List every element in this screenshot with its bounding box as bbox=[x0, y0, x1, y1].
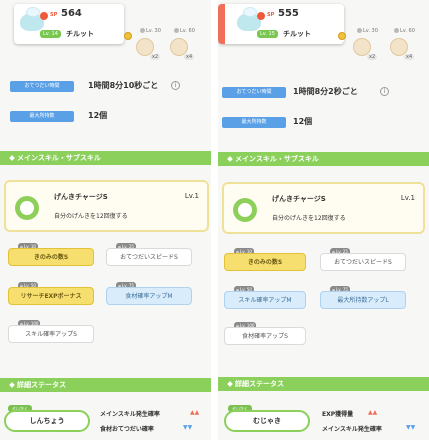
ingredient-count: x2 bbox=[367, 54, 378, 60]
sp-value: 564 bbox=[61, 8, 82, 19]
up-arrows-icon: ▲▲ bbox=[368, 409, 378, 416]
sp-label: SP bbox=[267, 12, 275, 18]
main-skill-level: Lv.1 bbox=[400, 194, 415, 202]
info-icon[interactable]: i bbox=[171, 81, 180, 90]
main-skill-level: Lv.1 bbox=[184, 192, 199, 200]
subskill-button[interactable]: おてつだいスピードS bbox=[320, 253, 406, 271]
up-arrows-icon: ▲▲ bbox=[190, 409, 200, 416]
level-badge: Lv. 14 bbox=[40, 30, 61, 38]
main-skill-card[interactable]: げんきチャージS Lv.1 自分のげんきを12回復する bbox=[222, 182, 425, 234]
pokemon-header-card[interactable]: SP 555 Lv. 15 チルット bbox=[218, 4, 344, 44]
down-arrows-icon: ▼▼ bbox=[183, 424, 193, 431]
effect-down: 食材おてつだい確率 bbox=[100, 426, 154, 433]
section-header-detail: 詳細ステータス bbox=[0, 378, 211, 392]
subskill-button[interactable]: リサーチEXPボーナス bbox=[8, 287, 94, 305]
subskill-button[interactable]: 最大所持数アップL bbox=[320, 291, 406, 309]
stat-label-max-carry: 最大所持数 bbox=[222, 117, 286, 128]
ingredient-level: Lv. 60 bbox=[174, 28, 195, 34]
info-icon[interactable]: i bbox=[380, 87, 389, 96]
ingredient-level: Lv. 30 bbox=[357, 28, 378, 34]
ingredient-level: Lv. 30 bbox=[140, 28, 161, 34]
ingredient-count: x4 bbox=[404, 54, 415, 60]
stat-value-help-time: 1時間8分10秒ごと bbox=[88, 81, 159, 90]
level-badge: Lv. 15 bbox=[257, 30, 278, 38]
main-skill-description: 自分のげんきを12回復する bbox=[272, 215, 346, 222]
effect-down: メインスキル発生確率 bbox=[322, 426, 382, 433]
sp-icon bbox=[40, 12, 48, 20]
subskill-button[interactable]: きのみの数S bbox=[224, 253, 306, 271]
subskill-button[interactable]: おてつだいスピードS bbox=[106, 248, 192, 266]
main-skill-name: げんきチャージS bbox=[272, 195, 326, 203]
stat-label-max-carry: 最大所持数 bbox=[10, 111, 74, 122]
stat-value-max-carry: 12個 bbox=[88, 111, 108, 120]
subskill-button[interactable]: きのみの数S bbox=[8, 248, 94, 266]
main-skill-card[interactable]: げんきチャージS Lv.1 自分のげんきを12回復する bbox=[4, 180, 209, 232]
sp-label: SP bbox=[50, 12, 58, 18]
nature-value[interactable]: むじゃき bbox=[224, 410, 310, 432]
pokemon-header-card[interactable]: SP 564 Lv. 14 チルット bbox=[14, 4, 124, 44]
ingredient-level: Lv. 60 bbox=[394, 28, 415, 34]
sp-icon bbox=[257, 12, 265, 20]
subskill-button[interactable]: スキル確率アップM bbox=[224, 291, 306, 309]
stat-label-help-time: おてつだい時間 bbox=[10, 81, 74, 92]
panel-divider bbox=[211, 0, 218, 440]
section-header-skills: メインスキル・サブスキル bbox=[218, 152, 429, 166]
skill-smile-icon bbox=[15, 196, 39, 220]
effect-up: EXP獲得量 bbox=[322, 411, 354, 418]
section-header-skills: メインスキル・サブスキル bbox=[0, 151, 211, 165]
berry-icon bbox=[124, 32, 132, 40]
ingredient-count: x4 bbox=[184, 54, 195, 60]
berry-icon bbox=[338, 32, 346, 40]
pokemon-panel-right: SP 555 Lv. 15 チルット Lv. 30 x2 Lv. 60 x4 お… bbox=[218, 0, 429, 440]
stat-value-max-carry: 12個 bbox=[293, 117, 313, 126]
section-header-detail: 詳細ステータス bbox=[218, 377, 429, 391]
effect-up: メインスキル発生確率 bbox=[100, 411, 160, 418]
pokemon-name: チルット bbox=[66, 30, 94, 38]
ingredient-count: x2 bbox=[150, 54, 161, 60]
nature-value[interactable]: しんちょう bbox=[4, 410, 90, 432]
stat-value-help-time: 1時間8分2秒ごと bbox=[293, 87, 358, 96]
subskill-button[interactable]: 食材確率アップM bbox=[106, 287, 192, 305]
skill-smile-icon bbox=[233, 198, 257, 222]
subskill-button[interactable]: 食材確率アップS bbox=[224, 327, 306, 345]
pokemon-name: チルット bbox=[283, 30, 311, 38]
subskill-button[interactable]: スキル確率アップS bbox=[8, 325, 94, 343]
down-arrows-icon: ▼▼ bbox=[406, 424, 416, 431]
pokemon-panel-left: SP 564 Lv. 14 チルット Lv. 30 x2 Lv. 60 x4 お… bbox=[0, 0, 211, 440]
stat-label-help-time: おてつだい時間 bbox=[222, 87, 286, 98]
sp-value: 555 bbox=[278, 8, 299, 19]
main-skill-name: げんきチャージS bbox=[54, 193, 108, 201]
main-skill-description: 自分のげんきを12回復する bbox=[54, 213, 128, 220]
